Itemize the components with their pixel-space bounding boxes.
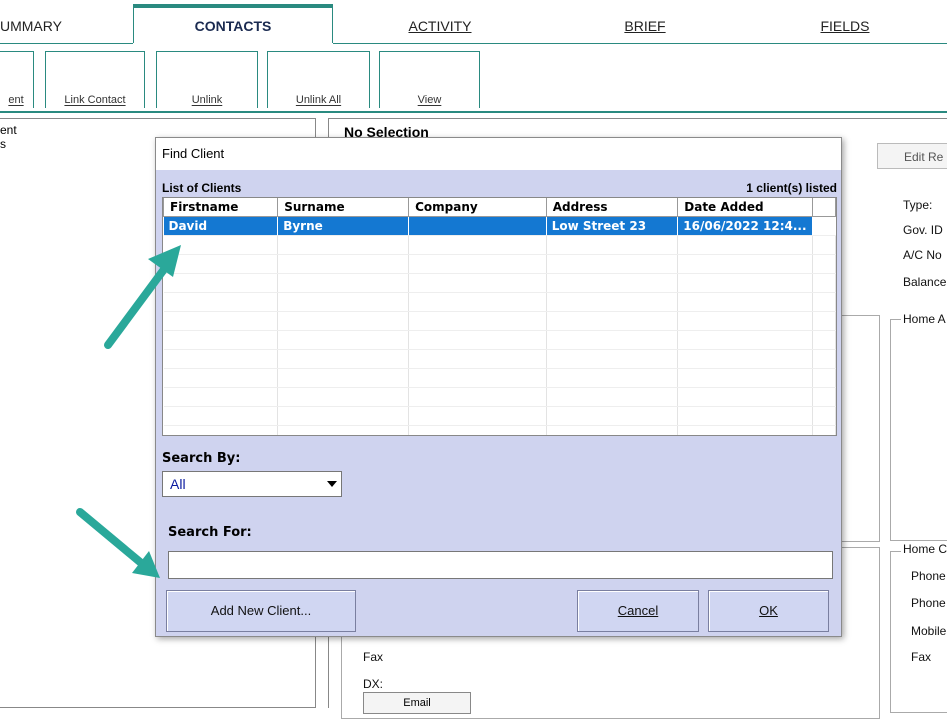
arrow-to-client-row <box>104 245 181 349</box>
annotation-arrows <box>76 245 181 578</box>
arrow-to-search-field <box>76 508 160 578</box>
